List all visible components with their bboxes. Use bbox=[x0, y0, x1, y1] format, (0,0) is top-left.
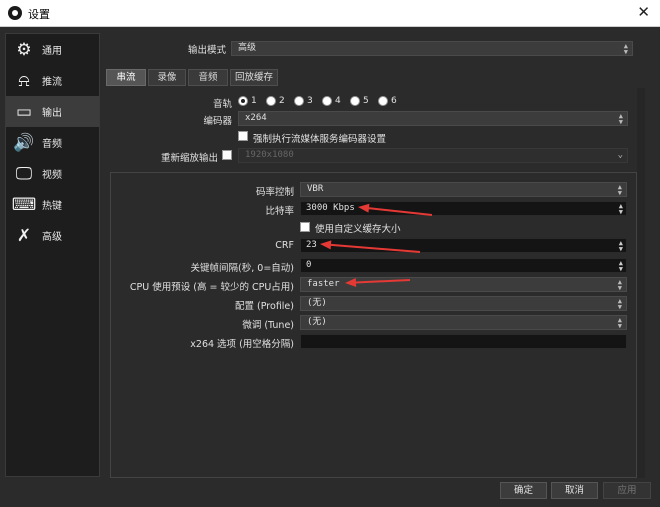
output-mode-label: 输出模式 bbox=[187, 45, 226, 56]
monitor-icon: 🖵 bbox=[15, 163, 33, 184]
custom-buffer-label: 使用自定义缓存大小 bbox=[315, 224, 401, 235]
tune-select[interactable]: (无) ▲ ▼ bbox=[300, 315, 627, 330]
broadcast-icon: ⍾ bbox=[18, 70, 30, 91]
apply-button[interactable]: 应用 bbox=[603, 482, 651, 499]
audio-track-option-label: 2 bbox=[279, 96, 285, 106]
rate-control-label: 码率控制 bbox=[255, 187, 294, 198]
cpu-preset-value: faster bbox=[307, 279, 340, 289]
keyboard-icon: ⌨ bbox=[11, 194, 37, 215]
enforce-encoder-checkbox[interactable] bbox=[238, 131, 248, 141]
rescale-resolution-select: 1920x1080 ⌄ bbox=[238, 148, 628, 163]
encoder-value: x264 bbox=[245, 113, 267, 123]
audio-track-label: 音轨 bbox=[212, 99, 232, 110]
sidebar-item-label: 高级 bbox=[42, 232, 62, 243]
rescale-output-label: 重新缩放输出 bbox=[160, 153, 218, 164]
sidebar-item-label: 视频 bbox=[42, 170, 62, 181]
sidebar-item-label: 热键 bbox=[42, 201, 62, 212]
custom-buffer-checkbox[interactable] bbox=[300, 222, 310, 232]
audio-track-radio-1[interactable] bbox=[238, 96, 248, 106]
chevron-down-icon: ⌄ bbox=[617, 150, 623, 160]
audio-track-radio-3[interactable] bbox=[294, 96, 304, 106]
audio-track-radio-6[interactable] bbox=[378, 96, 388, 106]
title-bar: 设置 ✕ bbox=[0, 0, 660, 27]
sidebar-item-label: 输出 bbox=[42, 108, 62, 119]
sidebar-item-general[interactable]: ⚙ 通用 bbox=[6, 34, 99, 65]
settings-sidebar: ⚙ 通用 ⍾ 推流 ▭ 输出 🔊 音频 🖵 视频 ⌨ 热键 ✗ 高级 bbox=[5, 33, 100, 477]
encoder-select[interactable]: x264 ▲ ▼ bbox=[238, 111, 628, 126]
window-title: 设置 bbox=[28, 8, 50, 21]
audio-track-option-label: 1 bbox=[251, 96, 257, 106]
output-mode-select[interactable]: 高级 ▲ ▼ bbox=[231, 41, 633, 56]
tools-icon: ✗ bbox=[16, 225, 32, 246]
sidebar-item-stream[interactable]: ⍾ 推流 bbox=[6, 65, 99, 96]
sidebar-item-label: 音频 bbox=[42, 139, 62, 150]
sidebar-item-output[interactable]: ▭ 输出 bbox=[6, 96, 99, 127]
rate-control-value: VBR bbox=[307, 184, 324, 194]
crf-label: CRF bbox=[275, 240, 294, 251]
tab-audio[interactable]: 音频 bbox=[188, 69, 228, 86]
cancel-button[interactable]: 取消 bbox=[551, 482, 598, 499]
cpu-preset-label: CPU 使用预设 (高 = 较少的 CPU占用) bbox=[129, 282, 294, 293]
audio-track-option-label: 3 bbox=[307, 96, 313, 106]
tab-recording[interactable]: 录像 bbox=[148, 69, 186, 86]
profile-select[interactable]: (无) ▲ ▼ bbox=[300, 296, 627, 311]
rescale-output-checkbox[interactable] bbox=[222, 150, 232, 160]
audio-track-radio-4[interactable] bbox=[322, 96, 332, 106]
tab-replay-buffer[interactable]: 回放缓存 bbox=[230, 69, 278, 86]
bitrate-value: 3000 Kbps bbox=[306, 203, 355, 213]
gear-icon: ⚙ bbox=[16, 39, 32, 60]
bitrate-label: 比特率 bbox=[265, 206, 294, 217]
audio-track-option-label: 4 bbox=[335, 96, 341, 106]
spin-arrows-icon[interactable]: ▲ ▼ bbox=[619, 259, 623, 273]
sidebar-item-advanced[interactable]: ✗ 高级 bbox=[6, 220, 99, 251]
sidebar-item-audio[interactable]: 🔊 音频 bbox=[6, 127, 99, 158]
output-mode-value: 高级 bbox=[238, 43, 257, 53]
crf-value: 23 bbox=[306, 240, 317, 250]
audio-track-option-label: 6 bbox=[391, 96, 397, 106]
keyframe-interval-spinbox[interactable]: 0 ▲ ▼ bbox=[300, 258, 627, 273]
sidebar-item-hotkeys[interactable]: ⌨ 热键 bbox=[6, 189, 99, 220]
close-icon[interactable]: ✕ bbox=[637, 3, 650, 21]
x264-options-input[interactable] bbox=[300, 334, 627, 349]
cpu-preset-select[interactable]: faster ▲ ▼ bbox=[300, 277, 627, 292]
vertical-scrollbar[interactable] bbox=[637, 88, 645, 478]
spin-arrows-icon[interactable]: ▲ ▼ bbox=[619, 202, 623, 216]
keyframe-interval-label: 关键帧间隔(秒, 0=自动) bbox=[190, 263, 294, 274]
updown-arrows-icon: ▲ ▼ bbox=[617, 316, 622, 330]
tune-label: 微调 (Tune) bbox=[242, 320, 294, 331]
tab-streaming[interactable]: 串流 bbox=[106, 69, 146, 86]
profile-value: (无) bbox=[307, 298, 327, 308]
profile-label: 配置 (Profile) bbox=[235, 301, 294, 312]
sidebar-item-label: 推流 bbox=[42, 77, 62, 88]
obs-app-icon bbox=[8, 6, 22, 20]
spin-arrows-icon[interactable]: ▲ ▼ bbox=[619, 239, 623, 253]
rate-control-select[interactable]: VBR ▲ ▼ bbox=[300, 182, 627, 197]
speaker-icon: 🔊 bbox=[13, 132, 35, 153]
updown-arrows-icon: ▲ ▼ bbox=[617, 278, 622, 292]
sidebar-item-video[interactable]: 🖵 视频 bbox=[6, 158, 99, 189]
x264-options-label: x264 选项 (用空格分隔) bbox=[190, 339, 294, 350]
audio-track-option-label: 5 bbox=[363, 96, 369, 106]
sidebar-item-label: 通用 bbox=[42, 46, 62, 57]
bitrate-spinbox[interactable]: 3000 Kbps ▲ ▼ bbox=[300, 201, 627, 216]
audio-track-radio-5[interactable] bbox=[350, 96, 360, 106]
crf-spinbox[interactable]: 23 ▲ ▼ bbox=[300, 238, 627, 253]
ok-button[interactable]: 确定 bbox=[500, 482, 547, 499]
encoder-label: 编码器 bbox=[203, 116, 232, 127]
audio-track-radio-2[interactable] bbox=[266, 96, 276, 106]
updown-arrows-icon: ▲ ▼ bbox=[617, 183, 622, 197]
monitor-output-icon: ▭ bbox=[15, 101, 33, 122]
tune-value: (无) bbox=[307, 317, 327, 327]
updown-arrows-icon: ▲ ▼ bbox=[623, 42, 628, 56]
updown-arrows-icon: ▲ ▼ bbox=[617, 297, 622, 311]
enforce-encoder-label: 强制执行流媒体服务编码器设置 bbox=[253, 134, 387, 145]
updown-arrows-icon: ▲ ▼ bbox=[618, 112, 623, 126]
keyframe-interval-value: 0 bbox=[306, 260, 312, 270]
rescale-resolution-value: 1920x1080 bbox=[245, 150, 294, 160]
